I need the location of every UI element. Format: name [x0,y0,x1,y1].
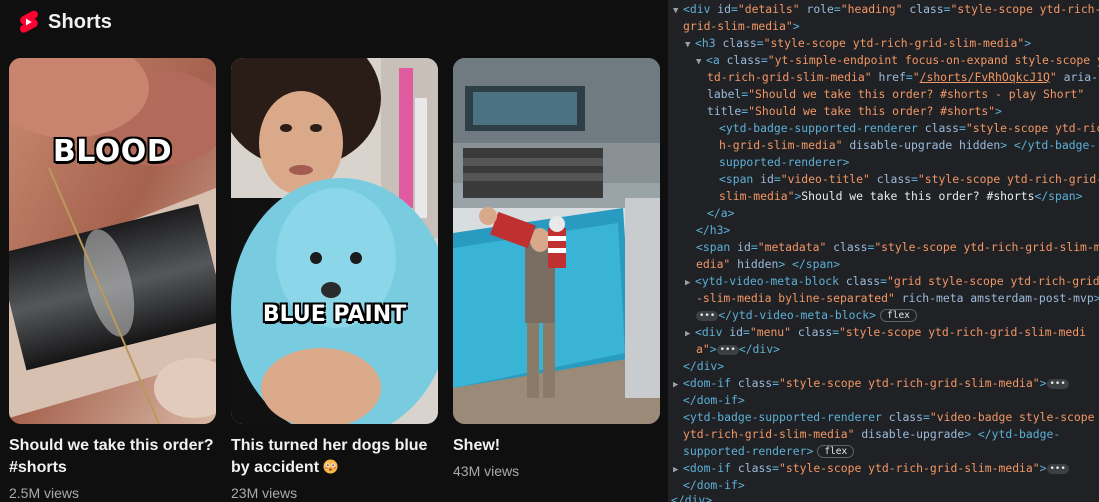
flex-badge[interactable]: flex [817,445,855,458]
dom-node-line[interactable]: title="Should we take this order? #short… [707,103,1002,120]
thumbnail-image [453,58,660,424]
thumbnail-image [231,58,438,424]
dom-node-line[interactable]: <ytd-badge-supported-renderer class="sty… [719,120,1099,137]
dom-node-line[interactable]: td-rich-grid-slim-media" href="/shorts/F… [707,69,1098,86]
collapse-triangle-icon[interactable]: ▼ [673,3,683,20]
dom-node-line[interactable]: ytd-rich-grid-slim-media" disable-upgrad… [683,426,1060,443]
short-thumbnail[interactable]: BLOOD [9,58,216,424]
dom-node-line[interactable]: grid-slim-media"> [683,18,800,35]
dom-node-line[interactable]: a"> ••• </div> [696,341,780,358]
expand-triangle-icon[interactable]: ▶ [673,462,683,479]
flushed-face-emoji-icon [323,459,338,474]
thumbnail-overlay-text: BLUE PAINT [262,302,407,327]
dom-node-line[interactable]: </a> [707,205,734,222]
ellipsis-icon[interactable]: ••• [1046,379,1069,389]
dom-node-line[interactable]: ▼ <div id="details" role="heading" class=… [673,1,1099,18]
dom-node-line[interactable]: <ytd-badge-supported-renderer class="vid… [683,409,1094,426]
dom-node-line[interactable]: supported-renderer> flex [683,443,855,460]
shorts-shelf: Shorts BLOOD Should we take this order? … [0,0,668,502]
dom-node-line[interactable]: ▶ <ytd-video-meta-block class="grid style… [685,273,1099,290]
view-count: 2.5M views [9,485,80,501]
short-title[interactable]: This turned her dogs blue by accident [231,435,438,479]
dom-node-line[interactable]: ▶ <dom-if class="style-scope ytd-rich-gri… [673,375,1069,392]
ellipsis-icon[interactable]: ••• [696,311,719,321]
ellipsis-icon[interactable]: ••• [1046,464,1069,474]
shorts-logo-icon [20,10,38,33]
href-link[interactable]: /shorts/FvRhOqkcJ1Q [920,70,1050,84]
dom-node-line[interactable]: -slim-media byline-separated" rich-meta … [696,290,1099,307]
dom-node-line[interactable]: </div> [671,492,712,502]
thumbnail-overlay-text: BLOOD [52,134,173,169]
short-card[interactable]: Shew! 43M views [453,58,660,480]
dom-node-line[interactable]: <span id="video-title" class="style-scop… [719,171,1099,188]
dom-node-line[interactable]: label="Should we take this order? #short… [707,86,1084,103]
dom-node-line[interactable]: ▶ <div id="menu" class="style-scope ytd-r… [685,324,1086,341]
thumbnail-image [9,58,216,424]
dom-node-line[interactable]: slim-media">Should we take this order? #… [719,188,1082,205]
view-count: 43M views [453,463,520,479]
dom-node-line[interactable]: h-grid-slim-media" disable-upgrade hidde… [719,137,1096,154]
dom-node-line[interactable]: </div> [683,358,724,375]
shelf-header: Shorts [18,10,112,34]
dom-node-line[interactable]: </h3> [696,222,730,239]
shelf-title: Shorts [48,10,112,33]
ellipsis-icon[interactable]: ••• [716,345,739,355]
dom-node-line[interactable]: supported-renderer> [719,154,849,171]
dom-node-line[interactable]: ••• </ytd-video-meta-block> flex [696,307,917,324]
expand-triangle-icon[interactable]: ▶ [673,377,683,394]
devtools-elements-panel[interactable]: ▼ <div id="details" role="heading" class=… [668,0,1099,502]
dom-node-line[interactable]: ▼ <h3 class="style-scope ytd-rich-grid-sl… [685,35,1031,52]
dom-node-line[interactable]: edia" hidden> </span> [696,256,840,273]
flex-badge[interactable]: flex [880,309,917,322]
short-title[interactable]: Shew! [453,435,660,457]
short-card[interactable]: BLOOD Should we take this order? #shorts… [9,58,216,502]
dom-node-line[interactable]: </dom-if> [683,392,745,409]
dom-node-line[interactable]: <span id="metadata" class="style-scope y… [696,239,1099,256]
short-thumbnail[interactable] [453,58,660,424]
expand-triangle-icon[interactable]: ▶ [685,275,695,292]
short-thumbnail[interactable]: BLUE PAINT [231,58,438,424]
short-card[interactable]: BLUE PAINT This turned her dogs blue by … [231,58,438,502]
dom-node-line[interactable]: ▶ <dom-if class="style-scope ytd-rich-gri… [673,460,1069,477]
expand-triangle-icon[interactable]: ▶ [685,326,695,343]
view-count: 23M views [231,485,298,501]
short-title[interactable]: Should we take this order? #shorts [9,435,216,479]
collapse-triangle-icon[interactable]: ▼ [685,37,695,54]
dom-node-line[interactable]: ▼ <a class="yt-simple-endpoint focus-on-e… [696,52,1099,69]
collapse-triangle-icon[interactable]: ▼ [696,54,706,71]
